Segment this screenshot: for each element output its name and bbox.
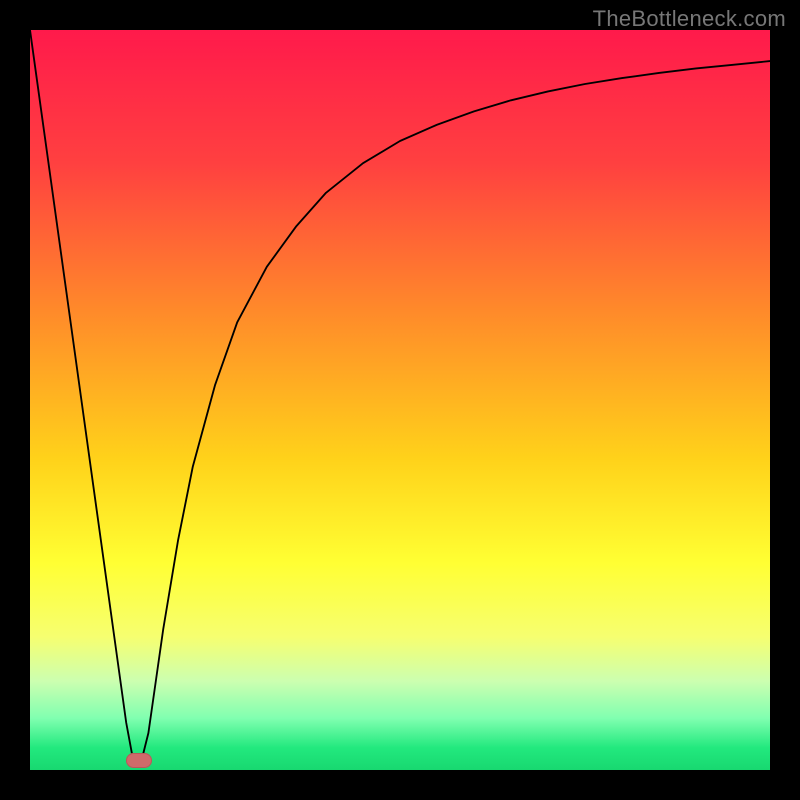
bottleneck-curve xyxy=(30,30,770,770)
plot-area xyxy=(30,30,770,770)
watermark-text: TheBottleneck.com xyxy=(593,6,786,32)
chart-frame: TheBottleneck.com xyxy=(0,0,800,800)
optimum-marker xyxy=(126,753,152,768)
